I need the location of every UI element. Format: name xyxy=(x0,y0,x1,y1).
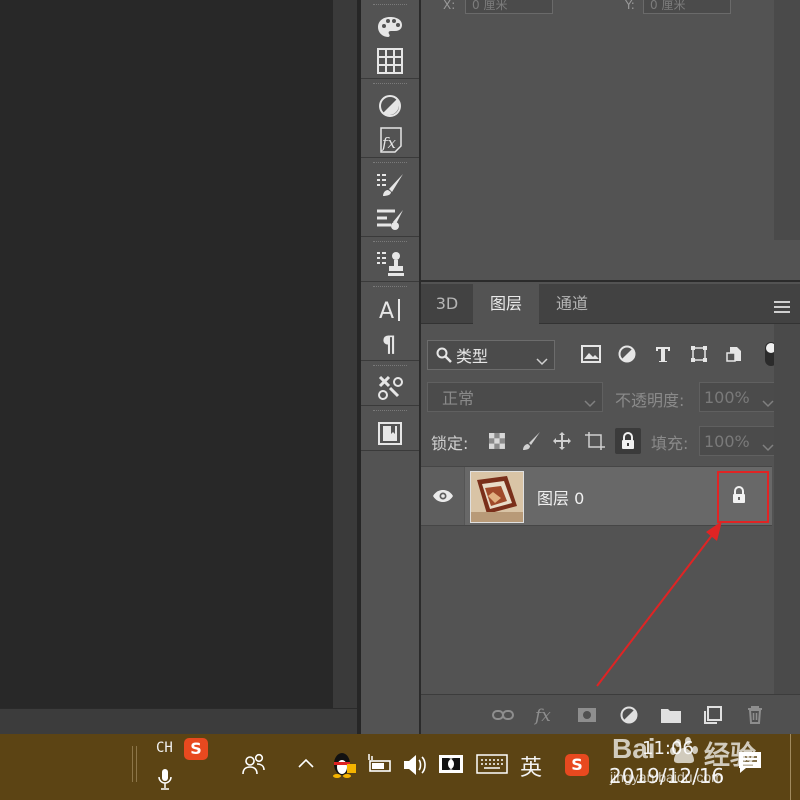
add-mask-icon[interactable] xyxy=(575,703,599,727)
opacity-input[interactable]: 100% xyxy=(699,382,781,412)
chevron-down-icon xyxy=(584,393,596,412)
chevron-up-icon[interactable] xyxy=(298,758,314,768)
canvas-horizontal-scrollbar[interactable] xyxy=(0,708,357,734)
fill-value: 100% xyxy=(704,431,750,451)
blend-row: 正常 不透明度: 100% xyxy=(421,382,800,414)
new-group-folder-icon[interactable] xyxy=(659,703,683,727)
layer-filter-kind-select[interactable]: 类型 xyxy=(427,340,555,370)
paragraph-icon[interactable]: ¶ xyxy=(361,326,419,360)
lock-all-icon[interactable] xyxy=(615,428,641,454)
svg-text:fx: fx xyxy=(381,134,397,152)
delete-layer-icon[interactable] xyxy=(743,703,767,727)
toolbar-group-adjustments: fx xyxy=(361,79,419,158)
link-layers-icon[interactable] xyxy=(491,703,515,727)
watermark-suffix: 经验 xyxy=(704,741,757,771)
properties-scrollbar[interactable] xyxy=(774,0,800,240)
watermark-site: jingyan.baidu.com xyxy=(610,769,723,785)
chevron-down-icon xyxy=(536,351,548,370)
blend-mode-select[interactable]: 正常 xyxy=(427,382,603,412)
footer-icons: fx xyxy=(491,703,767,727)
watermark-brand: Bai xyxy=(612,733,656,764)
document-canvas[interactable] xyxy=(0,0,333,708)
speaker-icon[interactable] xyxy=(402,752,428,778)
canvas-vertical-scrollbar[interactable] xyxy=(333,0,357,708)
ime-language-label[interactable]: 英 xyxy=(520,750,542,782)
panel-menu-icon[interactable] xyxy=(774,298,790,317)
svg-text:fx: fx xyxy=(534,706,551,725)
image-filter-icon[interactable] xyxy=(579,342,603,366)
toolbar-group-swatches xyxy=(361,0,419,79)
tab-3d[interactable]: 3D xyxy=(421,284,473,324)
toolbar-group-tools xyxy=(361,361,419,406)
y-label: Y: xyxy=(625,0,635,12)
sogou-tray-icon[interactable]: S xyxy=(565,754,589,776)
qq-penguin-icon[interactable] xyxy=(330,750,356,778)
libraries-icon[interactable] xyxy=(361,416,419,450)
lock-position-icon[interactable] xyxy=(549,428,575,454)
ime-ch-label[interactable]: CH xyxy=(156,740,173,756)
lock-transparent-pixels-icon[interactable] xyxy=(484,428,510,454)
lock-artboard-icon[interactable] xyxy=(582,428,608,454)
shape-filter-icon[interactable] xyxy=(687,342,711,366)
character-icon[interactable]: A xyxy=(361,292,419,326)
layer-name[interactable]: 图层 0 xyxy=(537,485,584,509)
panel-dock-toolbar: fx A ¶ xyxy=(361,0,420,734)
smart-object-filter-icon[interactable] xyxy=(723,342,747,366)
blend-mode-value: 正常 xyxy=(442,389,475,408)
layers-footer: fx xyxy=(421,694,800,734)
right-panel: X: 0 厘米 Y: 0 厘米 3D 图层 通道 类型 正常 不透明度: 100… xyxy=(421,0,800,734)
people-icon[interactable] xyxy=(242,752,266,776)
filter-icons xyxy=(579,342,783,366)
battery-network-icon[interactable] xyxy=(366,752,392,776)
new-layer-icon[interactable] xyxy=(701,703,725,727)
opacity-value: 100% xyxy=(704,387,750,407)
styles-fx-icon[interactable]: fx xyxy=(361,123,419,157)
eye-icon[interactable] xyxy=(421,467,465,525)
toolbar-group-type: A ¶ xyxy=(361,282,419,361)
properties-panel: X: 0 厘米 Y: 0 厘米 xyxy=(421,0,800,282)
opacity-label: 不透明度: xyxy=(615,391,685,410)
lock-image-pixels-icon[interactable] xyxy=(518,428,544,454)
lock-row: 锁定: 填充: 100% xyxy=(421,426,800,458)
chevron-down-icon xyxy=(762,393,774,412)
baidu-watermark: Bai 经验 jingyan.baidu.com xyxy=(592,733,797,795)
panel-tabs: 3D 图层 通道 xyxy=(421,284,800,324)
brush-settings-icon[interactable] xyxy=(361,168,419,202)
toolbar-group-library xyxy=(361,406,419,451)
keyboard-icon[interactable] xyxy=(476,754,508,774)
layers-scrollbar[interactable] xyxy=(774,324,800,694)
search-icon xyxy=(436,347,452,363)
type-filter-icon[interactable] xyxy=(651,342,675,366)
lock-label: 锁定: xyxy=(431,434,469,453)
paw-icon xyxy=(670,737,700,769)
tool-presets-icon[interactable] xyxy=(361,371,419,405)
microphone-icon[interactable] xyxy=(158,768,172,790)
fill-input[interactable]: 100% xyxy=(699,426,781,456)
chevron-down-icon xyxy=(762,437,774,456)
tab-layers[interactable]: 图层 xyxy=(473,284,539,324)
x-label: X: xyxy=(443,0,456,12)
layer-style-fx-icon[interactable]: fx xyxy=(533,703,557,727)
swatches-grid-icon[interactable] xyxy=(361,44,419,78)
tab-channels[interactable]: 通道 xyxy=(539,284,605,324)
adjustment-filter-icon[interactable] xyxy=(615,342,639,366)
brush-presets-icon[interactable] xyxy=(361,202,419,236)
clone-source-icon[interactable] xyxy=(361,247,419,281)
color-palette-icon[interactable] xyxy=(361,10,419,44)
x-position-field[interactable]: 0 厘米 xyxy=(465,0,553,14)
layer-filter-row: 类型 xyxy=(421,336,800,372)
filter-kind-label: 类型 xyxy=(456,347,489,366)
toolbar-group-brushes xyxy=(361,158,419,237)
new-adjustment-layer-icon[interactable] xyxy=(617,703,641,727)
fill-label: 填充: xyxy=(651,434,689,453)
y-position-field[interactable]: 0 厘米 xyxy=(643,0,731,14)
sogou-ime-icon[interactable]: S xyxy=(184,738,208,760)
svg-text:A: A xyxy=(379,299,394,323)
svg-text:¶: ¶ xyxy=(382,333,396,357)
layer-thumbnail[interactable] xyxy=(470,471,524,523)
toolbar-group-clone xyxy=(361,237,419,282)
highlight-box xyxy=(717,471,769,523)
adjustments-icon[interactable] xyxy=(361,89,419,123)
dolby-icon[interactable] xyxy=(438,754,464,774)
